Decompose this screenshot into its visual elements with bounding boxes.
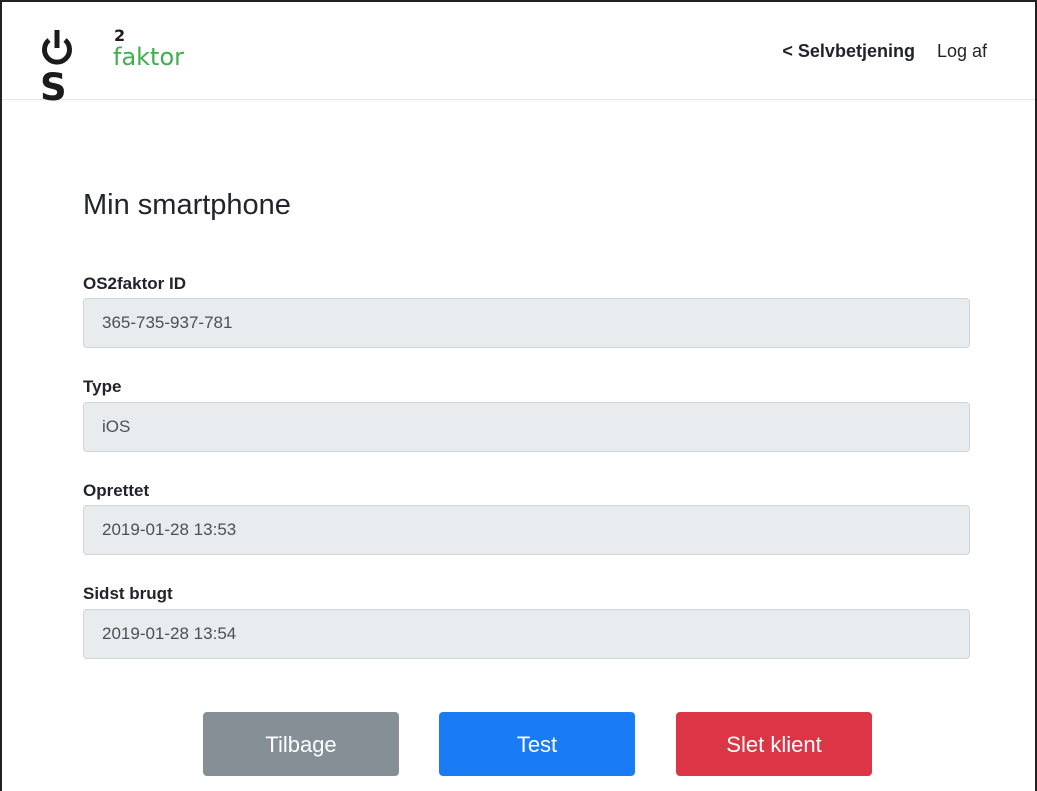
window-frame xyxy=(0,0,1037,791)
field-label-created: Oprettet xyxy=(83,481,150,500)
logo-wordmark: S xyxy=(40,32,72,106)
logo-subtext: faktor xyxy=(113,43,185,71)
id-field[interactable]: 365-735-937-781 xyxy=(83,298,970,348)
top-navbar: S 2 faktor < Selvbetjening Log af xyxy=(2,2,1035,106)
created-field[interactable]: 2019-01-28 13:53 xyxy=(83,505,970,555)
selfservice-link[interactable]: < Selvbetjening xyxy=(782,42,915,60)
last-used-field[interactable]: 2019-01-28 13:54 xyxy=(83,609,970,659)
logout-link[interactable]: Log af xyxy=(937,42,987,60)
logo-superscript: 2 xyxy=(114,26,126,45)
test-button[interactable]: Test xyxy=(439,712,635,776)
field-label-type: Type xyxy=(83,377,122,396)
logo-s-letter: S xyxy=(40,66,67,109)
page-title: Min smartphone xyxy=(83,189,291,221)
type-field[interactable]: iOS xyxy=(83,402,970,452)
delete-client-button[interactable]: Slet klient xyxy=(676,712,872,776)
nav-links: < Selvbetjening Log af xyxy=(782,42,987,60)
back-button[interactable]: Tilbage xyxy=(203,712,399,776)
field-label-last-used: Sidst brugt xyxy=(83,584,173,603)
field-label-id: OS2faktor ID xyxy=(83,274,186,293)
